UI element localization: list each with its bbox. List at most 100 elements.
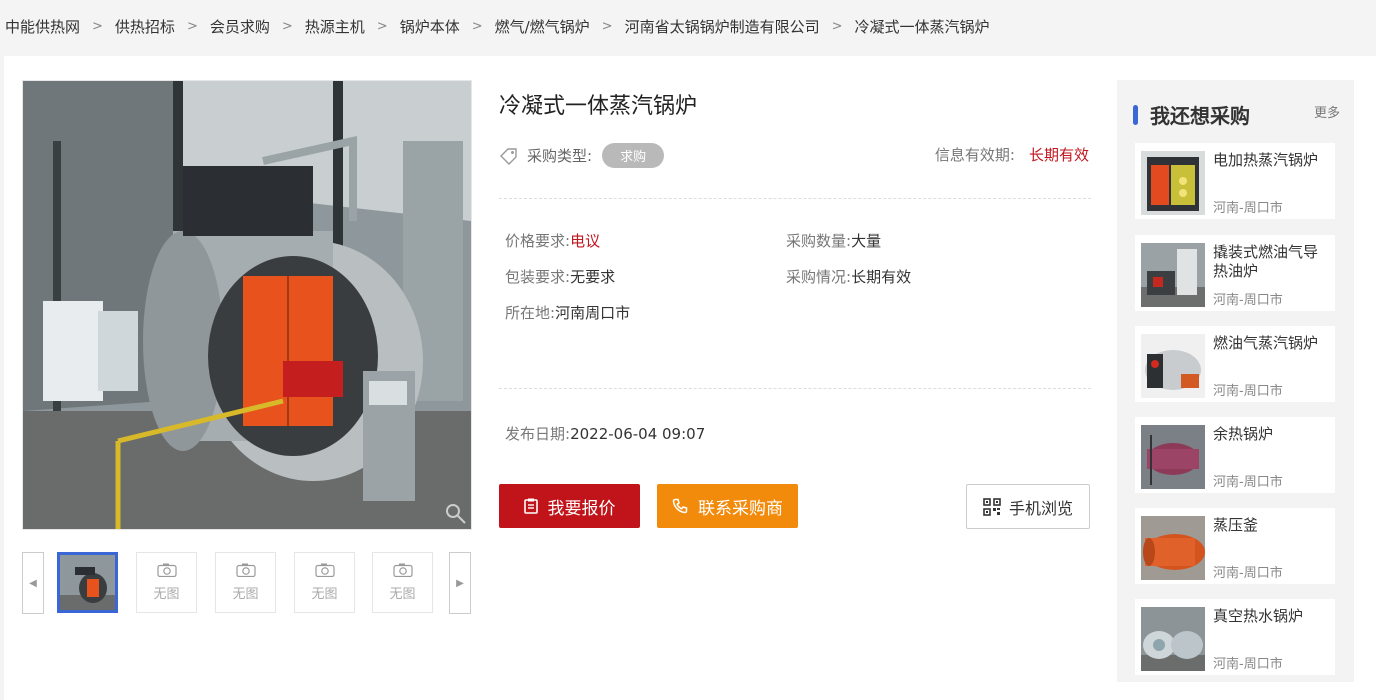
contact-buyer-button[interactable]: 联系采购商 xyxy=(657,484,798,528)
purchase-type-label: 采购类型: xyxy=(527,147,593,165)
clipboard-icon xyxy=(523,498,538,514)
tag-icon xyxy=(500,147,517,165)
caret-left-icon: ◀ xyxy=(29,577,37,589)
chevron-right-icon: > xyxy=(601,18,613,34)
location-label: 所在地: xyxy=(505,304,556,322)
item-name: 蒸压釜 xyxy=(1213,516,1259,534)
sidebar-title: 我还想采购 xyxy=(1150,104,1250,128)
thumb-next-button[interactable]: ▶ xyxy=(449,552,471,614)
purchase-type-row: 采购类型: 求购 xyxy=(499,143,665,168)
item-thumbnail xyxy=(1141,243,1205,307)
product-main-image[interactable] xyxy=(22,80,472,530)
quantity-field: 采购数量:大量 xyxy=(786,230,881,251)
quote-button[interactable]: 我要报价 xyxy=(499,484,640,528)
item-location: 河南-周口市 xyxy=(1213,475,1283,490)
location-value: 河南周口市 xyxy=(555,304,631,322)
chevron-right-icon: > xyxy=(92,18,103,34)
sidebar-header: 我还想采购 xyxy=(1133,100,1250,129)
no-image-label: 无图 xyxy=(153,587,180,602)
phone-icon xyxy=(672,498,688,514)
thumb-prev-button[interactable]: ◀ xyxy=(22,552,44,614)
location-field: 所在地:河南周口市 xyxy=(505,302,630,323)
no-image-label: 无图 xyxy=(389,587,416,602)
breadcrumb: 中能供热网 > 供热招标 > 会员求购 > 热源主机 > 锅炉本体 > 燃气/燃… xyxy=(5,14,990,38)
accent-bar xyxy=(1133,104,1138,125)
product-title: 冷凝式一体蒸汽锅炉 xyxy=(499,94,698,119)
chevron-right-icon: > xyxy=(376,18,388,34)
chevron-right-icon: > xyxy=(186,18,198,34)
main-panel: ◀ 无图 无图 无图 无图 ▶ 冷凝式一体蒸汽锅炉 采购类型: 求购 信息有效期… xyxy=(4,56,1376,700)
qr-code-icon xyxy=(983,497,1001,516)
validity: 信息有效期: 长期有效 xyxy=(935,144,1089,165)
status-field: 采购情况:长期有效 xyxy=(786,266,911,287)
caret-right-icon: ▶ xyxy=(456,577,464,589)
mobile-view-label: 手机浏览 xyxy=(1008,498,1073,518)
price-label: 价格要求: xyxy=(505,232,571,250)
divider xyxy=(499,388,1091,389)
recommend-item[interactable]: 电加热蒸汽锅炉 河南-周口市 xyxy=(1135,143,1335,219)
status-value: 长期有效 xyxy=(851,268,912,286)
recommend-item[interactable]: 余热锅炉 河南-周口市 xyxy=(1135,417,1335,493)
recommend-item[interactable]: 蒸压釜 河南-周口市 xyxy=(1135,508,1335,584)
item-name: 撬装式燃油气导热油炉 xyxy=(1213,243,1319,280)
item-name: 真空热水锅炉 xyxy=(1213,607,1304,625)
camera-icon xyxy=(156,563,177,577)
no-image-label: 无图 xyxy=(232,587,259,602)
recommend-item[interactable]: 真空热水锅炉 河南-周口市 xyxy=(1135,599,1335,675)
item-thumbnail xyxy=(1141,607,1205,671)
item-location: 河南-周口市 xyxy=(1213,293,1283,308)
recommend-sidebar: 我还想采购 更多 电加热蒸汽锅炉 河南-周口市 撬装式燃油气导热油炉 河南-周口… xyxy=(1117,80,1354,682)
price-value: 电议 xyxy=(570,232,601,250)
validity-label: 信息有效期: xyxy=(934,146,1015,164)
camera-icon xyxy=(314,563,335,577)
breadcrumb-link-heat-source[interactable]: 热源主机 xyxy=(305,16,365,37)
breadcrumb-link-boiler-body[interactable]: 锅炉本体 xyxy=(400,16,460,37)
quantity-label: 采购数量: xyxy=(786,232,852,250)
thumbnail-1[interactable] xyxy=(57,552,118,613)
breadcrumb-link-company[interactable]: 河南省太锅锅炉制造有限公司 xyxy=(625,16,820,37)
chevron-right-icon: > xyxy=(281,18,293,34)
item-name: 燃油气蒸汽锅炉 xyxy=(1213,334,1319,352)
thumbnail-2[interactable]: 无图 xyxy=(136,552,197,613)
breadcrumb-current: 冷凝式一体蒸汽锅炉 xyxy=(854,17,990,36)
purchase-type-badge: 求购 xyxy=(602,143,665,168)
item-thumbnail xyxy=(1141,151,1205,215)
item-name: 余热锅炉 xyxy=(1213,425,1274,443)
validity-value: 长期有效 xyxy=(1028,146,1089,164)
contact-buyer-label: 联系采购商 xyxy=(698,498,783,519)
quantity-value: 大量 xyxy=(851,232,882,250)
breadcrumb-link-bidding[interactable]: 供热招标 xyxy=(115,16,175,37)
item-location: 河南-周口市 xyxy=(1213,566,1283,581)
divider xyxy=(499,198,1091,199)
package-value: 无要求 xyxy=(570,268,616,286)
chevron-right-icon: > xyxy=(831,18,843,34)
breadcrumb-link-gas-boiler[interactable]: 燃气/燃气锅炉 xyxy=(495,16,590,37)
breadcrumb-link-member-purchase[interactable]: 会员求购 xyxy=(210,16,270,37)
publish-date-value: 2022-06-04 09:07 xyxy=(570,425,706,443)
status-label: 采购情况: xyxy=(786,268,852,286)
publish-date-field: 发布日期:2022-06-04 09:07 xyxy=(505,423,705,444)
thumbnail-3[interactable]: 无图 xyxy=(215,552,276,613)
recommend-item[interactable]: 撬装式燃油气导热油炉 河南-周口市 xyxy=(1135,235,1335,311)
thumbnail-4[interactable]: 无图 xyxy=(294,552,355,613)
package-label: 包装要求: xyxy=(505,268,571,286)
item-thumbnail xyxy=(1141,334,1205,398)
boiler-photo xyxy=(23,81,471,529)
chevron-right-icon: > xyxy=(471,18,483,34)
no-image-label: 无图 xyxy=(311,587,338,602)
thumbnail-5[interactable]: 无图 xyxy=(372,552,433,613)
thumbnail-photo xyxy=(60,555,115,610)
camera-icon xyxy=(235,563,256,577)
sidebar-more-link[interactable]: 更多 xyxy=(1314,102,1340,121)
item-location: 河南-周口市 xyxy=(1213,657,1283,672)
quote-button-label: 我要报价 xyxy=(547,498,616,519)
price-field: 价格要求:电议 xyxy=(505,230,600,251)
recommend-item[interactable]: 燃油气蒸汽锅炉 河南-周口市 xyxy=(1135,326,1335,402)
item-location: 河南-周口市 xyxy=(1213,201,1283,216)
breadcrumb-link-home[interactable]: 中能供热网 xyxy=(5,16,80,37)
item-name: 电加热蒸汽锅炉 xyxy=(1213,151,1319,169)
package-field: 包装要求:无要求 xyxy=(505,266,615,287)
mobile-view-button[interactable]: 手机浏览 xyxy=(966,484,1090,529)
camera-icon xyxy=(392,563,413,577)
item-thumbnail xyxy=(1141,425,1205,489)
